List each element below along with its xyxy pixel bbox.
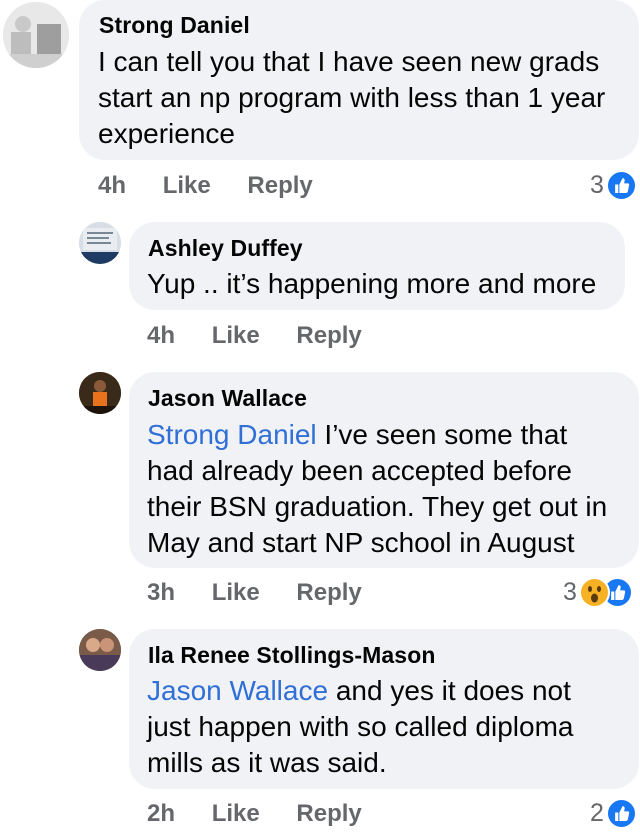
comment-bubble: Strong Daniel I can tell you that I have… bbox=[79, 0, 639, 160]
comment-line: had already been accepted before bbox=[147, 455, 572, 486]
comment-actions: 4h Like Reply bbox=[98, 172, 313, 200]
comment-author[interactable]: Jason Wallace bbox=[148, 385, 307, 412]
reaction-summary[interactable]: 2 bbox=[590, 798, 637, 829]
comment-time[interactable]: 4h bbox=[147, 322, 175, 350]
reply-button[interactable]: Reply bbox=[296, 800, 361, 828]
comment-author[interactable]: Strong Daniel bbox=[99, 12, 250, 39]
comment-time[interactable]: 2h bbox=[147, 800, 175, 828]
comment-bubble: Ila Renee Stollings-Mason Jason Wallace … bbox=[129, 629, 639, 789]
comment-author[interactable]: Ashley Duffey bbox=[148, 235, 303, 262]
reply-button[interactable]: Reply bbox=[296, 322, 361, 350]
comment-line: just happen with so called diploma bbox=[147, 711, 574, 742]
reply-button[interactable]: Reply bbox=[247, 172, 312, 200]
comment-actions: 2h Like Reply bbox=[147, 800, 362, 828]
comment-line: I can tell you that I have seen new grad… bbox=[98, 46, 600, 77]
wow-icon bbox=[578, 577, 610, 608]
reaction-count: 3 bbox=[563, 578, 577, 606]
reaction-count: 2 bbox=[590, 799, 604, 827]
comment-line: Jason Wallace and yes it does not bbox=[147, 673, 573, 709]
mention-link[interactable]: Jason Wallace bbox=[147, 675, 328, 706]
comment-text: Strong Daniel I’ve seen some that had al… bbox=[147, 417, 607, 561]
comment-text: I can tell you that I have seen new grad… bbox=[98, 44, 605, 152]
comment-line-text: and yes it does not bbox=[328, 675, 571, 706]
avatar[interactable] bbox=[79, 222, 121, 264]
comment-line-text: I’ve seen some that bbox=[316, 419, 568, 450]
like-icon bbox=[605, 170, 637, 201]
comment-author[interactable]: Ila Renee Stollings-Mason bbox=[148, 642, 436, 669]
comment-line: mills as it was said. bbox=[147, 747, 387, 778]
like-button[interactable]: Like bbox=[212, 322, 260, 350]
comment-line: start an np program with less than 1 yea… bbox=[98, 82, 606, 113]
comment-line: May and start NP school in August bbox=[147, 527, 575, 558]
reaction-summary[interactable]: 3 bbox=[590, 170, 637, 201]
like-button[interactable]: Like bbox=[163, 172, 211, 200]
comment-time[interactable]: 3h bbox=[147, 579, 175, 607]
reaction-summary[interactable]: 3 bbox=[563, 577, 633, 608]
avatar[interactable] bbox=[79, 372, 121, 414]
comment-text: Yup .. it’s happening more and more bbox=[147, 266, 596, 302]
comment-actions: 3h Like Reply bbox=[147, 579, 362, 607]
comment-line: Strong Daniel I’ve seen some that bbox=[147, 417, 607, 453]
comment-actions: 4h Like Reply bbox=[147, 322, 362, 350]
comment-line: their BSN graduation. They get out in bbox=[147, 491, 608, 522]
like-icon bbox=[605, 798, 637, 829]
reaction-count: 3 bbox=[590, 171, 604, 199]
comment-bubble: Jason Wallace Strong Daniel I’ve seen so… bbox=[129, 372, 639, 568]
reply-button[interactable]: Reply bbox=[296, 579, 361, 607]
comment-line: experience bbox=[98, 118, 235, 149]
like-button[interactable]: Like bbox=[212, 800, 260, 828]
avatar[interactable] bbox=[3, 2, 69, 68]
avatar[interactable] bbox=[79, 629, 121, 671]
mention-link[interactable]: Strong Daniel bbox=[147, 419, 317, 450]
comment-text: Jason Wallace and yes it does not just h… bbox=[147, 673, 573, 781]
comment-bubble: Ashley Duffey Yup .. it’s happening more… bbox=[129, 222, 625, 310]
like-button[interactable]: Like bbox=[212, 579, 260, 607]
comment-time[interactable]: 4h bbox=[98, 172, 126, 200]
comment-line: Yup .. it’s happening more and more bbox=[147, 268, 597, 299]
